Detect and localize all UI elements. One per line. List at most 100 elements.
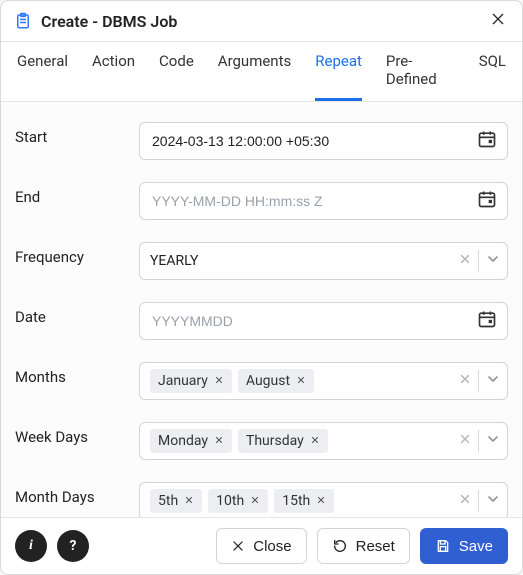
months-chips: January August	[150, 365, 452, 397]
chip-remove-button[interactable]	[250, 493, 260, 509]
start-input[interactable]	[150, 132, 473, 150]
close-icon	[231, 539, 245, 553]
dialog-footer: i ? Close Reset Save	[1, 517, 522, 574]
clear-icon	[458, 434, 472, 450]
end-calendar-button[interactable]	[473, 187, 501, 215]
label-date: Date	[15, 302, 139, 326]
weekdays-dropdown-toggle[interactable]	[485, 431, 501, 451]
tab-code[interactable]: Code	[159, 52, 194, 101]
weekdays-clear-button[interactable]	[458, 432, 472, 450]
row-frequency: Frequency YEARLY	[15, 242, 508, 280]
months-clear-button[interactable]	[458, 372, 472, 390]
dialog-body: Start End Frequency YEARLY	[1, 102, 522, 517]
chip-remove-button[interactable]	[214, 433, 224, 449]
chip-label: 5th	[158, 493, 178, 509]
calendar-icon	[477, 189, 497, 213]
row-start: Start	[15, 122, 508, 160]
clipboard-icon	[13, 11, 33, 31]
row-end: End	[15, 182, 508, 220]
chip-label: 10th	[216, 493, 244, 509]
weekday-chip: Thursday	[238, 429, 328, 453]
reset-icon	[332, 538, 348, 554]
weekday-chip: Monday	[150, 429, 232, 453]
month-chip: August	[238, 369, 314, 393]
monthdays-dropdown-toggle[interactable]	[485, 491, 501, 511]
weekdays-select-controls	[452, 430, 501, 452]
info-button[interactable]: i	[15, 530, 47, 562]
create-dbms-job-dialog: Create - DBMS Job General Action Code Ar…	[0, 0, 523, 575]
chip-label: Monday	[158, 433, 208, 449]
monthdays-select-controls	[452, 490, 501, 512]
date-calendar-button[interactable]	[473, 307, 501, 335]
chip-label: 15th	[282, 493, 310, 509]
date-field	[139, 302, 508, 340]
chevron-down-icon	[485, 495, 501, 511]
row-date: Date	[15, 302, 508, 340]
month-chip: January	[150, 369, 232, 393]
close-icon	[214, 373, 224, 389]
tab-pre-defined[interactable]: Pre-Defined	[386, 52, 455, 101]
reset-button[interactable]: Reset	[317, 528, 410, 564]
close-icon	[184, 493, 194, 509]
tab-sql[interactable]: SQL	[479, 52, 506, 101]
save-button[interactable]: Save	[420, 528, 508, 564]
dialog-tabs: General Action Code Arguments Repeat Pre…	[1, 42, 522, 102]
close-icon	[490, 11, 506, 31]
start-field	[139, 122, 508, 160]
chevron-down-icon	[485, 375, 501, 391]
help-icon: ?	[70, 538, 77, 554]
date-input[interactable]	[150, 312, 473, 330]
chip-remove-button[interactable]	[310, 433, 320, 449]
start-calendar-button[interactable]	[473, 127, 501, 155]
end-input[interactable]	[150, 192, 473, 210]
frequency-clear-button[interactable]	[458, 252, 472, 270]
chevron-down-icon	[485, 255, 501, 271]
months-dropdown-toggle[interactable]	[485, 371, 501, 391]
label-monthdays: Month Days	[15, 482, 139, 506]
label-weekdays: Week Days	[15, 422, 139, 446]
monthday-chip: 10th	[208, 489, 268, 513]
label-months: Months	[15, 362, 139, 386]
save-icon	[435, 538, 451, 554]
tab-action[interactable]: Action	[92, 52, 135, 101]
chevron-down-icon	[485, 435, 501, 451]
chip-label: January	[158, 373, 208, 389]
help-button[interactable]: ?	[57, 530, 89, 562]
save-button-label: Save	[459, 538, 493, 555]
row-months: Months January August	[15, 362, 508, 400]
tab-general[interactable]: General	[17, 52, 68, 101]
chip-remove-button[interactable]	[184, 493, 194, 509]
monthdays-clear-button[interactable]	[458, 492, 472, 510]
divider	[478, 250, 479, 272]
tab-arguments[interactable]: Arguments	[218, 52, 291, 101]
end-field	[139, 182, 508, 220]
close-button-label: Close	[253, 538, 291, 555]
close-button[interactable]: Close	[216, 528, 306, 564]
divider	[478, 490, 479, 512]
dialog-close-button[interactable]	[486, 9, 510, 33]
monthdays-chips: 5th 10th 15th	[150, 485, 452, 517]
weekdays-chips: Monday Thursday	[150, 425, 452, 457]
close-icon	[296, 373, 306, 389]
frequency-value: YEARLY	[150, 253, 452, 269]
close-icon	[214, 433, 224, 449]
months-select[interactable]: January August	[139, 362, 508, 400]
label-frequency: Frequency	[15, 242, 139, 266]
divider	[478, 430, 479, 452]
frequency-dropdown-toggle[interactable]	[485, 251, 501, 271]
chip-remove-button[interactable]	[316, 493, 326, 509]
chip-remove-button[interactable]	[296, 373, 306, 389]
monthday-chip: 15th	[274, 489, 334, 513]
weekdays-select[interactable]: Monday Thursday	[139, 422, 508, 460]
info-icon: i	[29, 538, 33, 554]
chip-remove-button[interactable]	[214, 373, 224, 389]
divider	[478, 370, 479, 392]
clear-icon	[458, 494, 472, 510]
monthdays-select[interactable]: 5th 10th 15th	[139, 482, 508, 517]
months-select-controls	[452, 370, 501, 392]
tab-repeat[interactable]: Repeat	[315, 52, 362, 101]
dialog-header: Create - DBMS Job	[1, 1, 522, 42]
close-icon	[310, 433, 320, 449]
close-icon	[316, 493, 326, 509]
frequency-select[interactable]: YEARLY	[139, 242, 508, 280]
